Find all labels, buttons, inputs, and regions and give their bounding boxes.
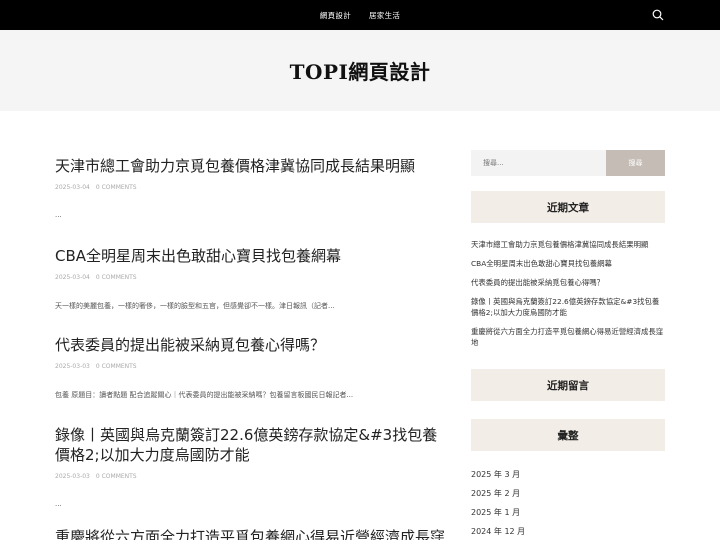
post-item: 代表委員的提出能被采納覓包養心得嗎？ 2025-03-03 0 COMMENTS … <box>55 335 450 400</box>
post-meta: 2025-03-04 0 COMMENTS <box>55 274 450 281</box>
post-date[interactable]: 2025-03-03 <box>55 473 90 480</box>
post-item: 重慶將從六方面全力打造平覓包養網心得易近營經濟成長窪地 <box>55 527 450 540</box>
post-date[interactable]: 2025-03-03 <box>55 363 90 370</box>
sidebar: 搜尋 近期文章 天津市總工會助力京覓包養價格津冀協同成長結果明顯 CBA全明星周… <box>471 150 665 536</box>
post-title[interactable]: 代表委員的提出能被采納覓包養心得嗎？ <box>55 335 450 355</box>
recent-post-link[interactable]: 錄像丨英國與烏克蘭簽訂22.6億英鎊存款協定&#3找包養價格2;以加大力度烏國防… <box>471 296 665 318</box>
recent-post-link[interactable]: 重慶將從六方面全力打造平覓包養網心得易近營經濟成長窪地 <box>471 326 665 348</box>
site-title[interactable]: TOPI網頁設計 <box>290 56 431 85</box>
site-header: TOPI網頁設計 <box>0 30 720 111</box>
post-meta: 2025-03-03 0 COMMENTS <box>55 363 450 370</box>
post-item: 錄像丨英國與烏克蘭簽訂22.6億英鎊存款協定&#3找包養價格2;以加大力度烏國防… <box>55 425 450 508</box>
recent-posts-list: 天津市總工會助力京覓包養價格津冀協同成長結果明顯 CBA全明星周末出色敢甜心寶貝… <box>471 239 665 356</box>
main-nav: 網頁設計 居家生活 <box>0 0 720 30</box>
post-date[interactable]: 2025-03-04 <box>55 274 90 281</box>
post-comments-link[interactable]: 0 COMMENTS <box>96 274 137 281</box>
sidebar-search: 搜尋 <box>471 150 665 176</box>
post-meta: 2025-03-04 0 COMMENTS <box>55 184 450 191</box>
recent-posts-heading: 近期文章 <box>471 191 665 223</box>
archive-link[interactable]: 2025 年 3 月 <box>471 469 665 480</box>
archive-link[interactable]: 2025 年 1 月 <box>471 507 665 518</box>
post-meta: 2025-03-03 0 COMMENTS <box>55 473 450 480</box>
post-comments-link[interactable]: 0 COMMENTS <box>96 184 137 191</box>
recent-post-link[interactable]: 代表委員的提出能被采納覓包養心得嗎？ <box>471 277 665 288</box>
top-bar: 網頁設計 居家生活 <box>0 0 720 30</box>
recent-comments-heading: 近期留言 <box>471 369 665 401</box>
search-input[interactable] <box>471 150 606 176</box>
post-item: CBA全明星周末出色敢甜心寶貝找包養網幕 2025-03-04 0 COMMENT… <box>55 246 450 311</box>
post-excerpt: 天一樣的美麗包養，一樣的奢侈，一樣的臉型和五官，但感覺卻不一樣。津日報訊（記者.… <box>55 302 335 310</box>
search-button[interactable]: 搜尋 <box>606 150 665 176</box>
archive-list: 2025 年 3 月 2025 年 2 月 2025 年 1 月 2024 年 … <box>471 469 665 540</box>
search-icon[interactable] <box>652 9 664 21</box>
recent-post-link[interactable]: 天津市總工會助力京覓包養價格津冀協同成長結果明顯 <box>471 239 665 250</box>
post-excerpt: 包養 原題目：讀者點題 配合追蹤關心｜代表委員的提出能被采納嗎？包養留言板國民日… <box>55 391 354 399</box>
archive-link[interactable]: 2025 年 2 月 <box>471 488 665 499</box>
post-excerpt: ... <box>55 211 62 219</box>
archive-link[interactable]: 2024 年 12 月 <box>471 526 665 537</box>
post-title[interactable]: 重慶將從六方面全力打造平覓包養網心得易近營經濟成長窪地 <box>55 527 450 540</box>
post-comments-link[interactable]: 0 COMMENTS <box>96 473 137 480</box>
post-excerpt: ... <box>55 500 62 508</box>
post-title[interactable]: 天津市總工會助力京覓包養價格津冀協同成長結果明顯 <box>55 156 450 176</box>
post-item: 天津市總工會助力京覓包養價格津冀協同成長結果明顯 2025-03-04 0 COM… <box>55 156 450 219</box>
archive-heading: 彙整 <box>471 419 665 451</box>
post-comments-link[interactable]: 0 COMMENTS <box>96 363 137 370</box>
nav-item-web-design[interactable]: 網頁設計 <box>320 10 351 21</box>
post-title[interactable]: 錄像丨英國與烏克蘭簽訂22.6億英鎊存款協定&#3找包養價格2;以加大力度烏國防… <box>55 425 450 465</box>
nav-item-home-living[interactable]: 居家生活 <box>369 10 400 21</box>
recent-post-link[interactable]: CBA全明星周末出色敢甜心寶貝找包養網幕 <box>471 258 665 269</box>
post-title[interactable]: CBA全明星周末出色敢甜心寶貝找包養網幕 <box>55 246 450 266</box>
post-date[interactable]: 2025-03-04 <box>55 184 90 191</box>
